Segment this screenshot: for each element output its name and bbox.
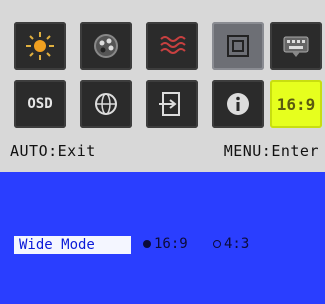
- aspect-ratio-tile[interactable]: 16:9: [270, 80, 322, 128]
- keyboard-tile[interactable]: [270, 22, 322, 70]
- keyboard-icon: [283, 36, 309, 57]
- position-icon: [227, 35, 249, 57]
- color-icon: [94, 34, 118, 58]
- info-tile[interactable]: [212, 80, 264, 128]
- position-tile[interactable]: [212, 22, 264, 70]
- auto-exit-hint: AUTO:Exit: [10, 142, 96, 160]
- radio-selected-icon: [143, 240, 151, 248]
- image-adjust-tile[interactable]: [146, 22, 198, 70]
- radio-unselected-icon: [213, 240, 221, 248]
- wave-icon: [160, 36, 186, 54]
- language-tile[interactable]: [80, 80, 132, 128]
- wide-mode-label: Wide Mode: [14, 236, 131, 254]
- aspect-ratio-icon: 16:9: [276, 94, 316, 114]
- osd-tile[interactable]: OSD: [14, 80, 66, 128]
- color-tile[interactable]: [80, 22, 132, 70]
- osd-icon: OSD: [27, 96, 53, 112]
- option-16-9[interactable]: 16:9: [143, 236, 188, 252]
- menu-enter-hint: MENU:Enter: [223, 142, 319, 160]
- input-source-tile[interactable]: [146, 80, 198, 128]
- input-source-icon: [159, 92, 180, 116]
- brightness-icon: [26, 32, 54, 60]
- osd-main-menu: OSD 16:9 AUTO:Exit MENU:Enter: [0, 0, 325, 172]
- option-4-3[interactable]: 4:3: [213, 236, 249, 252]
- globe-icon: [95, 93, 117, 115]
- info-icon: [227, 93, 249, 115]
- brightness-tile[interactable]: [14, 22, 66, 70]
